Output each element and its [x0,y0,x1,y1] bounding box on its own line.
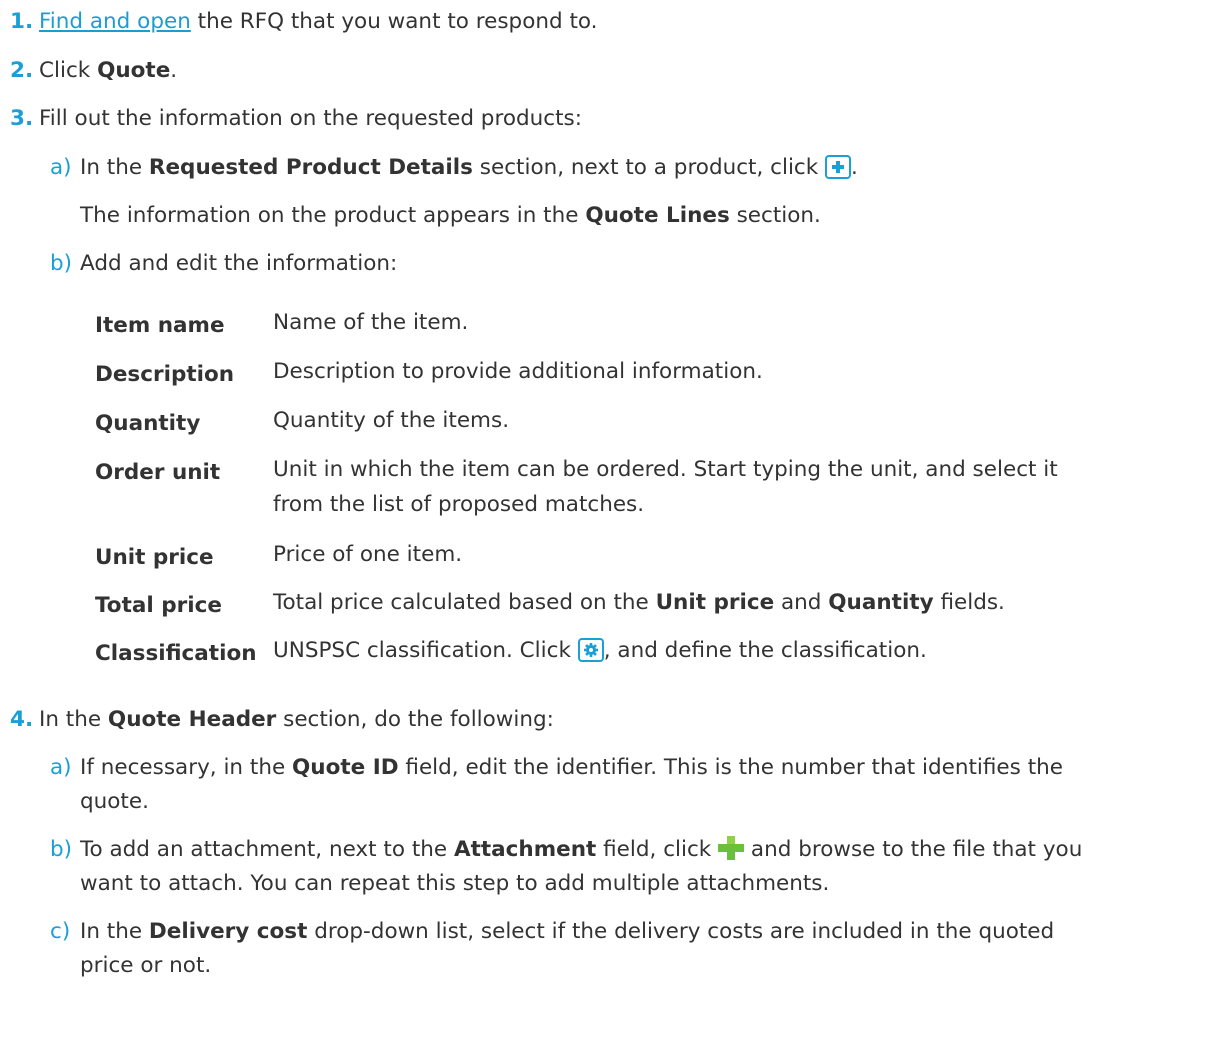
def-desc: Total price calculated based on the Unit… [273,586,1005,619]
step-text: Click [39,58,98,83]
instruction-page: 1. Find and open the RFQ that you want t… [0,0,1207,1039]
step-text: , and define the classification. [603,638,927,663]
def-term: Item name [95,313,225,338]
def-desc: Unit in which the item can be ordered. S… [273,457,1058,482]
step-text: In the [80,919,149,944]
substep-4c-line2: price or not. [80,953,212,978]
step-text: section. [729,203,821,228]
step-text: field, click [596,837,719,862]
ui-term: Requested Product Details [148,155,473,180]
step-text: Total price calculated based on the [273,590,656,615]
def-term: Order unit [95,460,221,485]
step-text: the RFQ that you want to respond to. [190,9,598,34]
ui-term: Quantity [828,590,934,615]
ui-term: Quote Lines [585,203,730,228]
step-text: In the [80,155,149,180]
green-plus-icon [718,836,745,860]
step-text: section, next to a product, click [472,155,826,180]
find-and-open-link[interactable]: Find and open [39,9,191,34]
step-number: 2. [10,58,34,83]
step-text: fields. [933,590,1005,615]
step-number: 4. [10,707,34,732]
substep-4a-line2: quote. [80,789,149,814]
def-term: Classification [95,641,257,666]
step-text: and [774,590,829,615]
substep-4b-line2: want to attach. You can repeat this step… [80,871,830,896]
def-term: Quantity [95,411,201,436]
substep-letter: b) [50,251,73,276]
step-text: In the [39,707,108,732]
step-text: If necessary, in the [80,755,293,780]
def-desc: Description to provide additional inform… [273,359,763,384]
ui-term: Unit price [655,590,775,615]
step-text: The information on the product appears i… [80,203,586,228]
ui-term: Delivery cost [148,919,308,944]
substep-letter: a) [50,155,72,180]
gear-icon [577,638,604,662]
def-desc: Name of the item. [273,310,469,335]
ui-term: Quote Header [107,707,277,732]
def-term: Unit price [95,545,214,570]
ui-term: Attachment [453,837,597,862]
step-text: To add an attachment, next to the [80,837,454,862]
substep-3a-result: The information on the product appears i… [80,201,821,231]
ui-term: Quote [97,58,171,83]
add-product-icon [825,155,852,179]
step-text: drop-down list, select if the delivery c… [307,919,1055,944]
step-text: Add and edit the information: [80,251,398,276]
def-desc: Quantity of the items. [273,408,510,433]
def-desc: from the list of proposed matches. [273,492,645,517]
substep-letter: c) [50,919,71,944]
step-number: 1. [10,9,34,34]
step-text: UNSPSC classification. Click [273,638,578,663]
substep-letter: a) [50,755,72,780]
step-text: . [170,58,178,83]
step-number: 3. [10,106,34,131]
def-term: Total price [95,593,222,618]
step-text: Fill out the information on the requeste… [39,106,582,131]
def-desc: Price of one item. [273,542,463,567]
step-text: section, do the following: [276,707,554,732]
step-text: field, edit the identifier. This is the … [398,755,1063,780]
def-desc: UNSPSC classification. Click , and defin… [273,634,927,667]
def-term: Description [95,362,235,387]
step-text: . [851,155,858,180]
ui-term: Quote ID [292,755,399,780]
substep-letter: b) [50,837,73,862]
step-text: and browse to the file that you [744,837,1083,862]
